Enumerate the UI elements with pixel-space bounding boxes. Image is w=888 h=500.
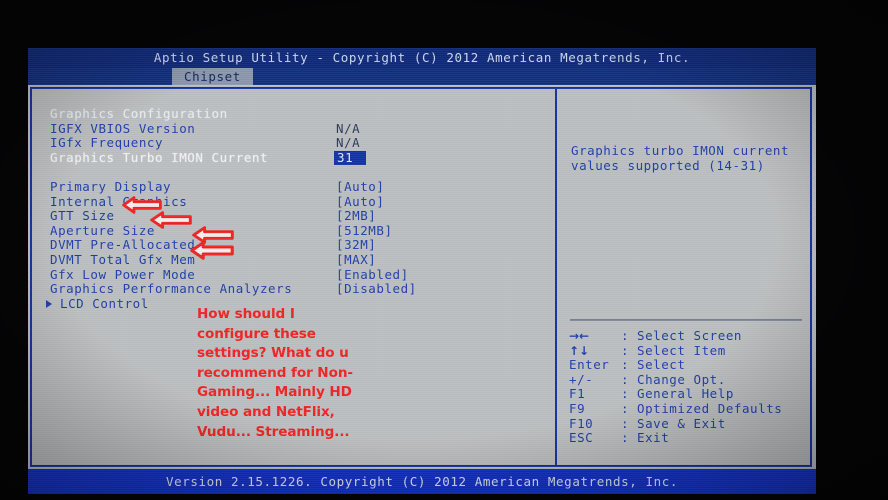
key-separator: : [621, 415, 630, 431]
settings-row-value[interactable]: [512MB] [336, 223, 393, 239]
settings-row-label: IGfx Frequency [50, 135, 164, 151]
settings-row-label: Aperture Size [50, 222, 155, 238]
help-divider [570, 319, 802, 321]
settings-row-label: Graphics Turbo IMON Current [50, 149, 269, 165]
key-separator: : [621, 371, 630, 387]
settings-row[interactable]: Aperture Size [512MB] [28, 222, 555, 239]
settings-row-label: Graphics Performance Analyzers [50, 281, 293, 297]
key-separator: : [621, 386, 630, 402]
key-name: ESC [569, 430, 594, 446]
settings-row-label: GTT Size [50, 208, 115, 224]
tab-chipset[interactable]: Chipset [172, 68, 253, 85]
key-name: F9 [569, 400, 586, 416]
key-legend: →←: Select Screen ↑↓: Select Item Enter: Sele… [569, 328, 815, 446]
key-description: Select Item [637, 342, 726, 358]
settings-row-label: Primary Display [50, 179, 172, 194]
key-legend-row: F10: Save & Exit [569, 415, 815, 432]
settings-row-value[interactable]: [2MB] [336, 209, 376, 224]
key-legend-row: Enter: Select [569, 358, 815, 373]
settings-row[interactable]: IGfx Frequency N/A [28, 136, 555, 151]
panel-divider [555, 87, 557, 467]
settings-row[interactable]: GTT Size [2MB] [28, 209, 555, 224]
monitor-bezel: Aptio Setup Utility - Copyright (C) 2012… [0, 0, 888, 500]
key-name: +/- [569, 371, 594, 387]
key-separator: : [621, 328, 630, 343]
key-description: Select Screen [637, 328, 742, 343]
key-name: F1 [569, 386, 586, 402]
settings-row-label: LCD Control [60, 295, 149, 311]
key-legend-row: →←: Select Screen [569, 328, 815, 344]
settings-row-value[interactable]: [32M] [336, 238, 376, 253]
key-description: Change Opt. [637, 371, 726, 387]
key-separator: : [621, 342, 630, 358]
window-title: Aptio Setup Utility - Copyright (C) 2012… [28, 48, 816, 68]
bios-screen: Aptio Setup Utility - Copyright (C) 2012… [28, 48, 816, 494]
key-description: Select [637, 357, 686, 373]
version-bar: Version 2.15.1226. Copyright (C) 2012 Am… [28, 469, 816, 494]
settings-row-value[interactable]: [Enabled] [336, 267, 409, 283]
submenu-caret-icon [46, 299, 52, 308]
settings-list: Graphics Configuration IGFX VBIOS Version… [28, 85, 555, 469]
key-legend-row: ↑↓: Select Item [569, 342, 815, 359]
settings-row[interactable]: Graphics Configuration [28, 106, 555, 122]
settings-row-value[interactable]: [MAX] [336, 252, 376, 268]
settings-row[interactable]: DVMT Pre-Allocated [32M] [28, 238, 555, 253]
key-separator: : [621, 430, 630, 446]
key-legend-row: F1: General Help [569, 387, 815, 402]
tab-bar: Chipset [28, 68, 816, 85]
settings-row-value[interactable]: [Disabled] [336, 282, 417, 297]
settings-row[interactable]: IGFX VBIOS Version N/A [28, 120, 555, 137]
settings-row-value[interactable]: [Auto] [336, 179, 384, 195]
settings-row[interactable]: Graphics Performance Analyzers [Disabled] [28, 282, 555, 297]
settings-row[interactable]: LCD Control [28, 295, 555, 312]
settings-row[interactable]: Internal Graphics [Auto] [28, 193, 555, 210]
key-description: Save & Exit [637, 415, 726, 431]
key-legend-row: +/-: Change Opt. [569, 371, 815, 388]
settings-row[interactable]: Primary Display [Auto] [28, 179, 555, 195]
settings-row-label: IGFX VBIOS Version [50, 120, 196, 136]
settings-row-value-selected[interactable]: 31 [334, 150, 366, 166]
key-description: Optimized Defaults [637, 400, 783, 416]
key-separator: : [621, 357, 630, 373]
help-description: Graphics turbo IMON current values suppo… [571, 143, 790, 173]
key-description: Exit [637, 430, 670, 446]
key-separator: : [621, 400, 630, 416]
settings-row[interactable]: Gfx Low Power Mode [Enabled] [28, 266, 555, 283]
settings-row-value: N/A [336, 135, 361, 151]
settings-row-value[interactable]: [Auto] [336, 194, 384, 210]
settings-row[interactable]: Graphics Turbo IMON Current 31 [28, 149, 555, 166]
key-legend-row: F9: Optimized Defaults [569, 400, 815, 417]
settings-row-label: Internal Graphics [50, 193, 188, 209]
settings-row-label: DVMT Total Gfx Mem [50, 252, 196, 267]
settings-row-value: N/A [336, 120, 361, 136]
help-panel: Graphics turbo IMON current values suppo… [557, 85, 816, 469]
settings-row-label: DVMT Pre-Allocated [50, 237, 196, 253]
settings-row-label: Graphics Configuration [50, 106, 228, 121]
key-name: Enter [569, 357, 610, 373]
key-description: General Help [637, 386, 734, 402]
settings-row[interactable]: DVMT Total Gfx Mem [MAX] [28, 252, 555, 268]
key-legend-row: ESC: Exit [569, 431, 815, 446]
key-name: F10 [569, 415, 594, 431]
settings-row-label: Gfx Low Power Mode [50, 266, 196, 282]
key-arrow-icon: →← [569, 329, 590, 343]
key-arrow-icon: ↑↓ [569, 343, 590, 358]
